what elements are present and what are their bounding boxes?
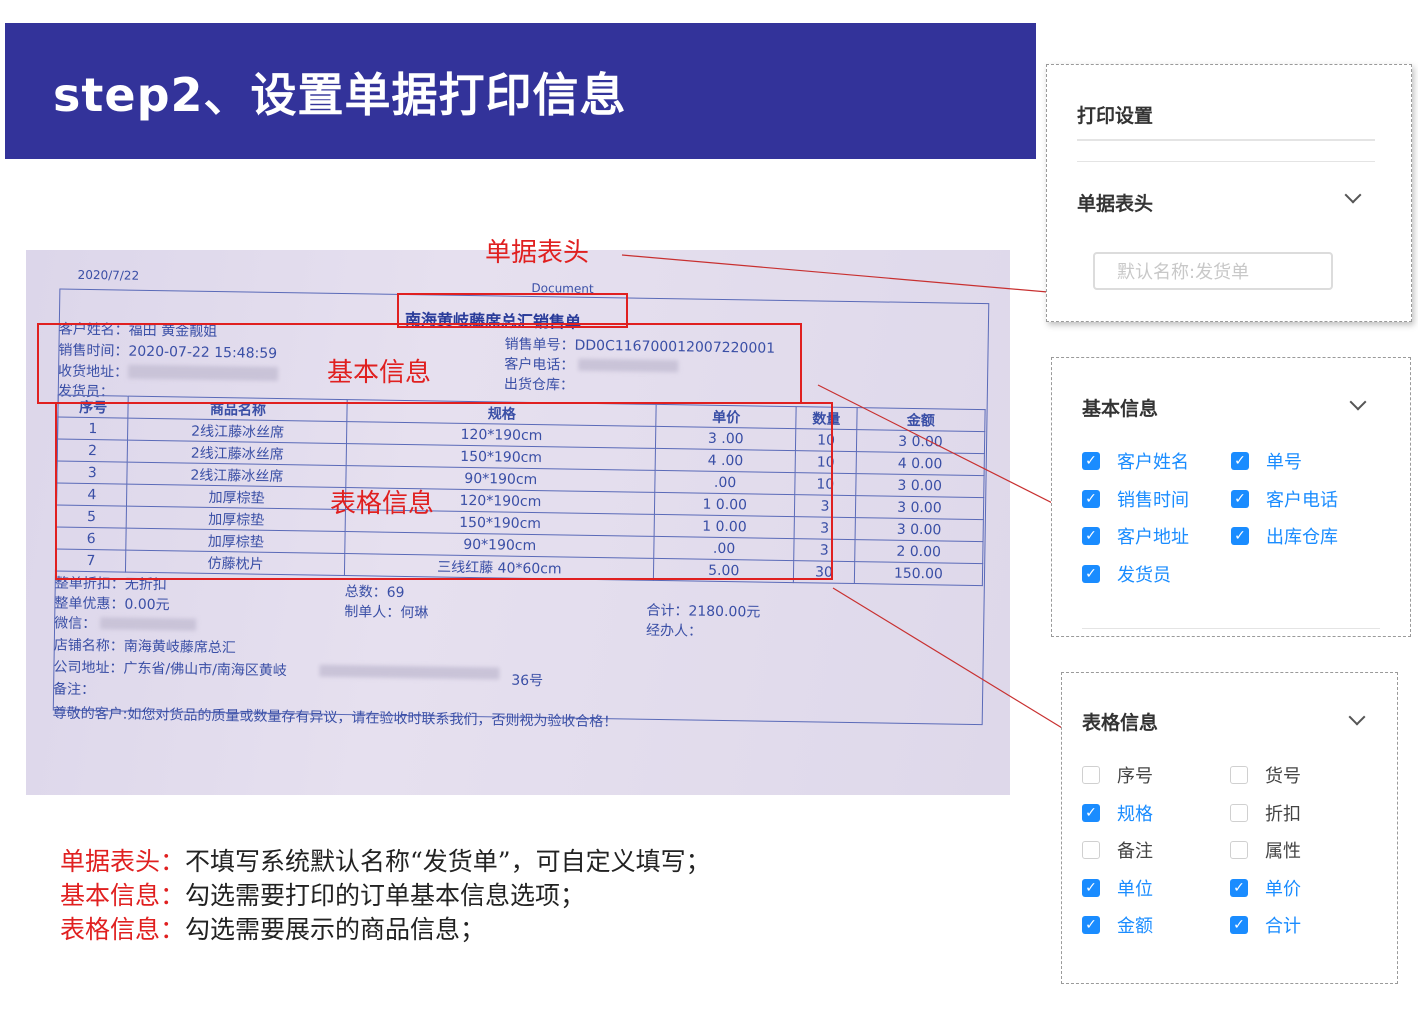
- checkbox-option[interactable]: ✓ 单号: [1231, 450, 1302, 473]
- checkbox-checked-icon[interactable]: ✓: [1082, 878, 1100, 897]
- checkbox-checked-icon[interactable]: ✓: [1230, 878, 1248, 897]
- checkbox-label: 出库仓库: [1266, 527, 1338, 548]
- divider: [1077, 139, 1375, 141]
- note-header: 单据表头：不填写系统默认名称“发货单”，可自定义填写；: [60, 845, 711, 879]
- checkbox-checked-icon[interactable]: ✓: [1082, 452, 1100, 470]
- checkbox-option[interactable]: 序号: [1082, 764, 1153, 787]
- checkbox-label: 金额: [1117, 916, 1153, 937]
- checkbox-checked-icon[interactable]: ✓: [1082, 489, 1100, 508]
- checkbox-option[interactable]: ✓ 规格: [1082, 802, 1153, 825]
- checkbox-unchecked-icon[interactable]: [1230, 803, 1248, 822]
- divider: [1082, 628, 1380, 629]
- checkbox-label: 货号: [1265, 766, 1301, 787]
- checkbox-label: 合计: [1265, 916, 1301, 937]
- note-text: 勾选需要打印的订单基本信息选项；: [185, 881, 586, 910]
- checkbox-label: 序号: [1117, 766, 1153, 787]
- checkbox-option[interactable]: 属性: [1230, 839, 1301, 862]
- divider: [1077, 161, 1375, 162]
- checkbox-checked-icon[interactable]: ✓: [1082, 527, 1100, 545]
- checkbox-label: 单价: [1265, 878, 1301, 900]
- note-key: 表格信息：: [60, 915, 186, 944]
- checkbox-unchecked-icon[interactable]: [1230, 841, 1248, 859]
- checkbox-option[interactable]: ✓ 合计: [1230, 914, 1301, 937]
- checkbox-label: 备注: [1117, 841, 1153, 862]
- checkbox-checked-icon[interactable]: ✓: [1231, 452, 1249, 470]
- checkbox-label: 属性: [1265, 841, 1301, 862]
- checkbox-option[interactable]: ✓ 销售时间: [1082, 488, 1189, 511]
- checkbox-option[interactable]: 备注: [1082, 839, 1153, 862]
- checkbox-option[interactable]: ✓ 客户地址: [1082, 525, 1189, 548]
- checkbox-label: 客户电话: [1266, 489, 1338, 511]
- note-text: 不填写系统默认名称“发货单”，可自定义填写；: [185, 847, 711, 876]
- checkbox-checked-icon[interactable]: ✓: [1231, 527, 1249, 545]
- checkbox-option[interactable]: ✓ 客户电话: [1231, 488, 1338, 511]
- chevron-down-icon[interactable]: [1348, 708, 1366, 726]
- table-info-panel: 表格信息 序号 货号 ✓ 规格 折扣备注 属性 ✓ 单位 ✓ 单价 ✓ 金额 ✓ 合计: [1061, 672, 1398, 984]
- explanation-notes: 单据表头：不填写系统默认名称“发货单”，可自定义填写； 基本信息：勾选需要打印的…: [60, 845, 711, 947]
- note-text: 勾选需要展示的商品信息；: [185, 915, 486, 944]
- note-basic: 基本信息：勾选需要打印的订单基本信息选项；: [60, 879, 711, 913]
- checkbox-option[interactable]: ✓ 出库仓库: [1231, 525, 1338, 548]
- checkbox-label: 单位: [1117, 878, 1153, 900]
- note-table: 表格信息：勾选需要展示的商品信息；: [60, 913, 711, 947]
- table-info-title[interactable]: 表格信息: [1082, 708, 1158, 735]
- checkbox-option[interactable]: ✓ 金额: [1082, 914, 1153, 937]
- checkbox-label: 单号: [1266, 452, 1302, 473]
- basic-info-title[interactable]: 基本信息: [1082, 394, 1158, 421]
- checkbox-checked-icon[interactable]: ✓: [1082, 564, 1100, 583]
- header-name-input[interactable]: 默认名称:发货单: [1093, 252, 1333, 290]
- chevron-down-icon[interactable]: [1344, 186, 1362, 204]
- note-key: 单据表头：: [60, 847, 186, 876]
- checkbox-label: 发货员: [1117, 564, 1171, 586]
- checkbox-option[interactable]: ✓ 客户姓名: [1082, 450, 1189, 473]
- header-section-title[interactable]: 单据表头: [1077, 189, 1153, 216]
- checkbox-option[interactable]: 货号: [1230, 764, 1301, 787]
- checkbox-unchecked-icon[interactable]: [1082, 766, 1100, 784]
- basic-info-panel: 基本信息 ✓ 客户姓名 ✓ 单号 ✓ 销售时间 ✓ 客户电话 ✓ 客户地址 ✓ 出库仓库 ✓ 发货员: [1051, 357, 1411, 637]
- checkbox-option[interactable]: ✓ 单价: [1230, 877, 1301, 900]
- checkbox-label: 规格: [1117, 803, 1153, 825]
- arrow-header: [621, 254, 1082, 295]
- print-settings-title: 打印设置: [1077, 105, 1154, 127]
- checkbox-option[interactable]: 折扣: [1230, 802, 1301, 825]
- checkbox-label: 客户地址: [1117, 527, 1189, 548]
- print-settings-panel: 打印设置 单据表头 默认名称:发货单: [1046, 64, 1412, 322]
- checkbox-label: 销售时间: [1117, 489, 1189, 511]
- checkbox-option[interactable]: ✓ 单位: [1082, 877, 1153, 900]
- checkbox-checked-icon[interactable]: ✓: [1231, 489, 1249, 508]
- checkbox-label: 折扣: [1265, 803, 1301, 825]
- checkbox-checked-icon[interactable]: ✓: [1082, 916, 1100, 934]
- note-key: 基本信息：: [60, 881, 186, 910]
- checkbox-label: 客户姓名: [1117, 452, 1189, 473]
- checkbox-unchecked-icon[interactable]: [1082, 841, 1100, 859]
- checkbox-checked-icon[interactable]: ✓: [1082, 803, 1100, 822]
- checkbox-option[interactable]: ✓ 发货员: [1082, 563, 1171, 586]
- checkbox-unchecked-icon[interactable]: [1230, 766, 1248, 784]
- checkbox-checked-icon[interactable]: ✓: [1230, 916, 1248, 934]
- chevron-down-icon[interactable]: [1349, 393, 1367, 411]
